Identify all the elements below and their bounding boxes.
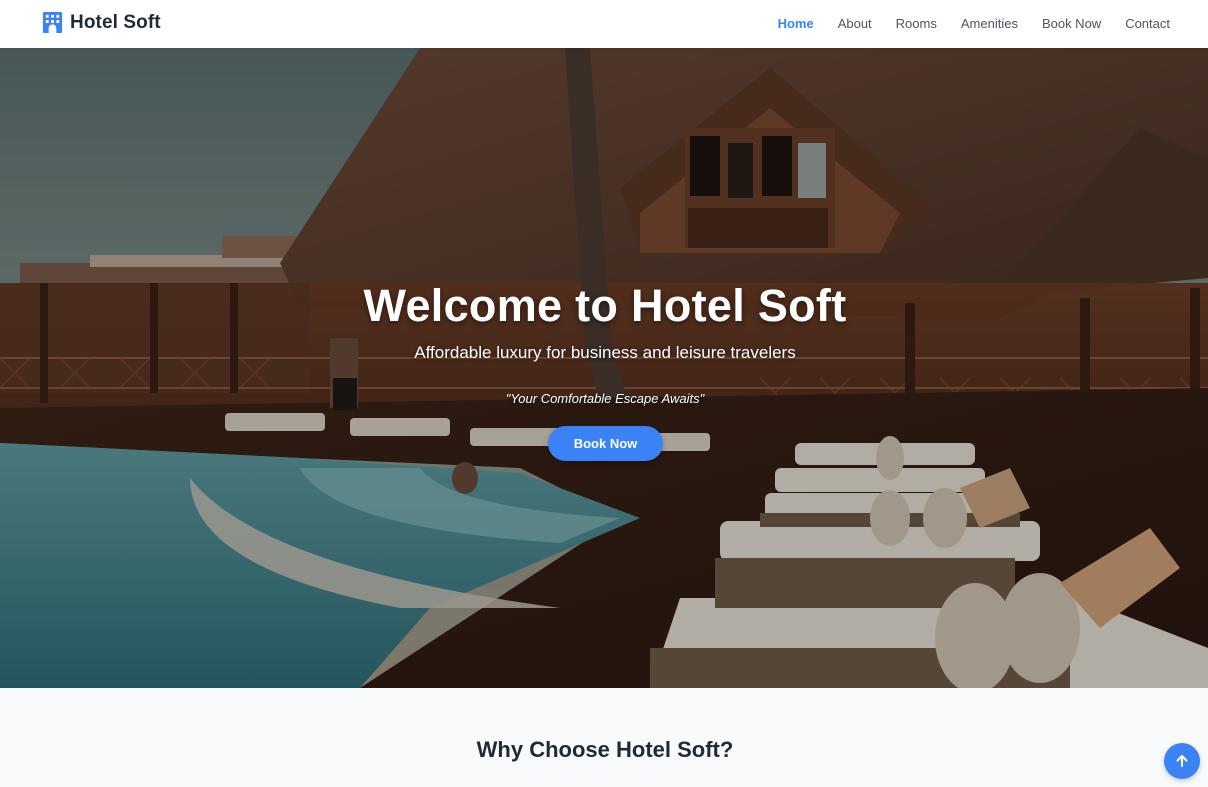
scroll-to-top-button[interactable] — [1164, 743, 1200, 779]
nav-link-amenities[interactable]: Amenities — [961, 16, 1018, 31]
hotel-building-icon — [42, 11, 63, 34]
nav-link-about[interactable]: About — [838, 16, 872, 31]
hero-section: Welcome to Hotel Soft Affordable luxury … — [0, 48, 1208, 688]
nav-link-rooms[interactable]: Rooms — [896, 16, 937, 31]
nav-menu: Home About Rooms Amenities Book Now Cont… — [754, 0, 1170, 48]
features-title: Why Choose Hotel Soft? — [476, 737, 734, 762]
hero-content: Welcome to Hotel Soft Affordable luxury … — [0, 48, 1208, 688]
nav-link-contact[interactable]: Contact — [1125, 16, 1170, 31]
nav-link-book-now[interactable]: Book Now — [1042, 16, 1101, 31]
book-now-button[interactable]: Book Now — [548, 426, 663, 461]
hero-title: Welcome to Hotel Soft — [363, 280, 847, 331]
hero-tagline: "Your Comfortable Escape Awaits" — [505, 391, 705, 406]
nav-link-home[interactable]: Home — [778, 16, 814, 31]
brand-name: Hotel Soft — [70, 11, 161, 33]
brand-logo-link[interactable]: Hotel Soft — [41, 11, 161, 34]
arrow-up-icon — [1176, 755, 1188, 767]
navbar: Hotel Soft Home About Rooms Amenities Bo… — [0, 0, 1208, 48]
features-section: Why Choose Hotel Soft? — [0, 688, 1208, 787]
hero-subtitle: Affordable luxury for business and leisu… — [414, 343, 796, 362]
